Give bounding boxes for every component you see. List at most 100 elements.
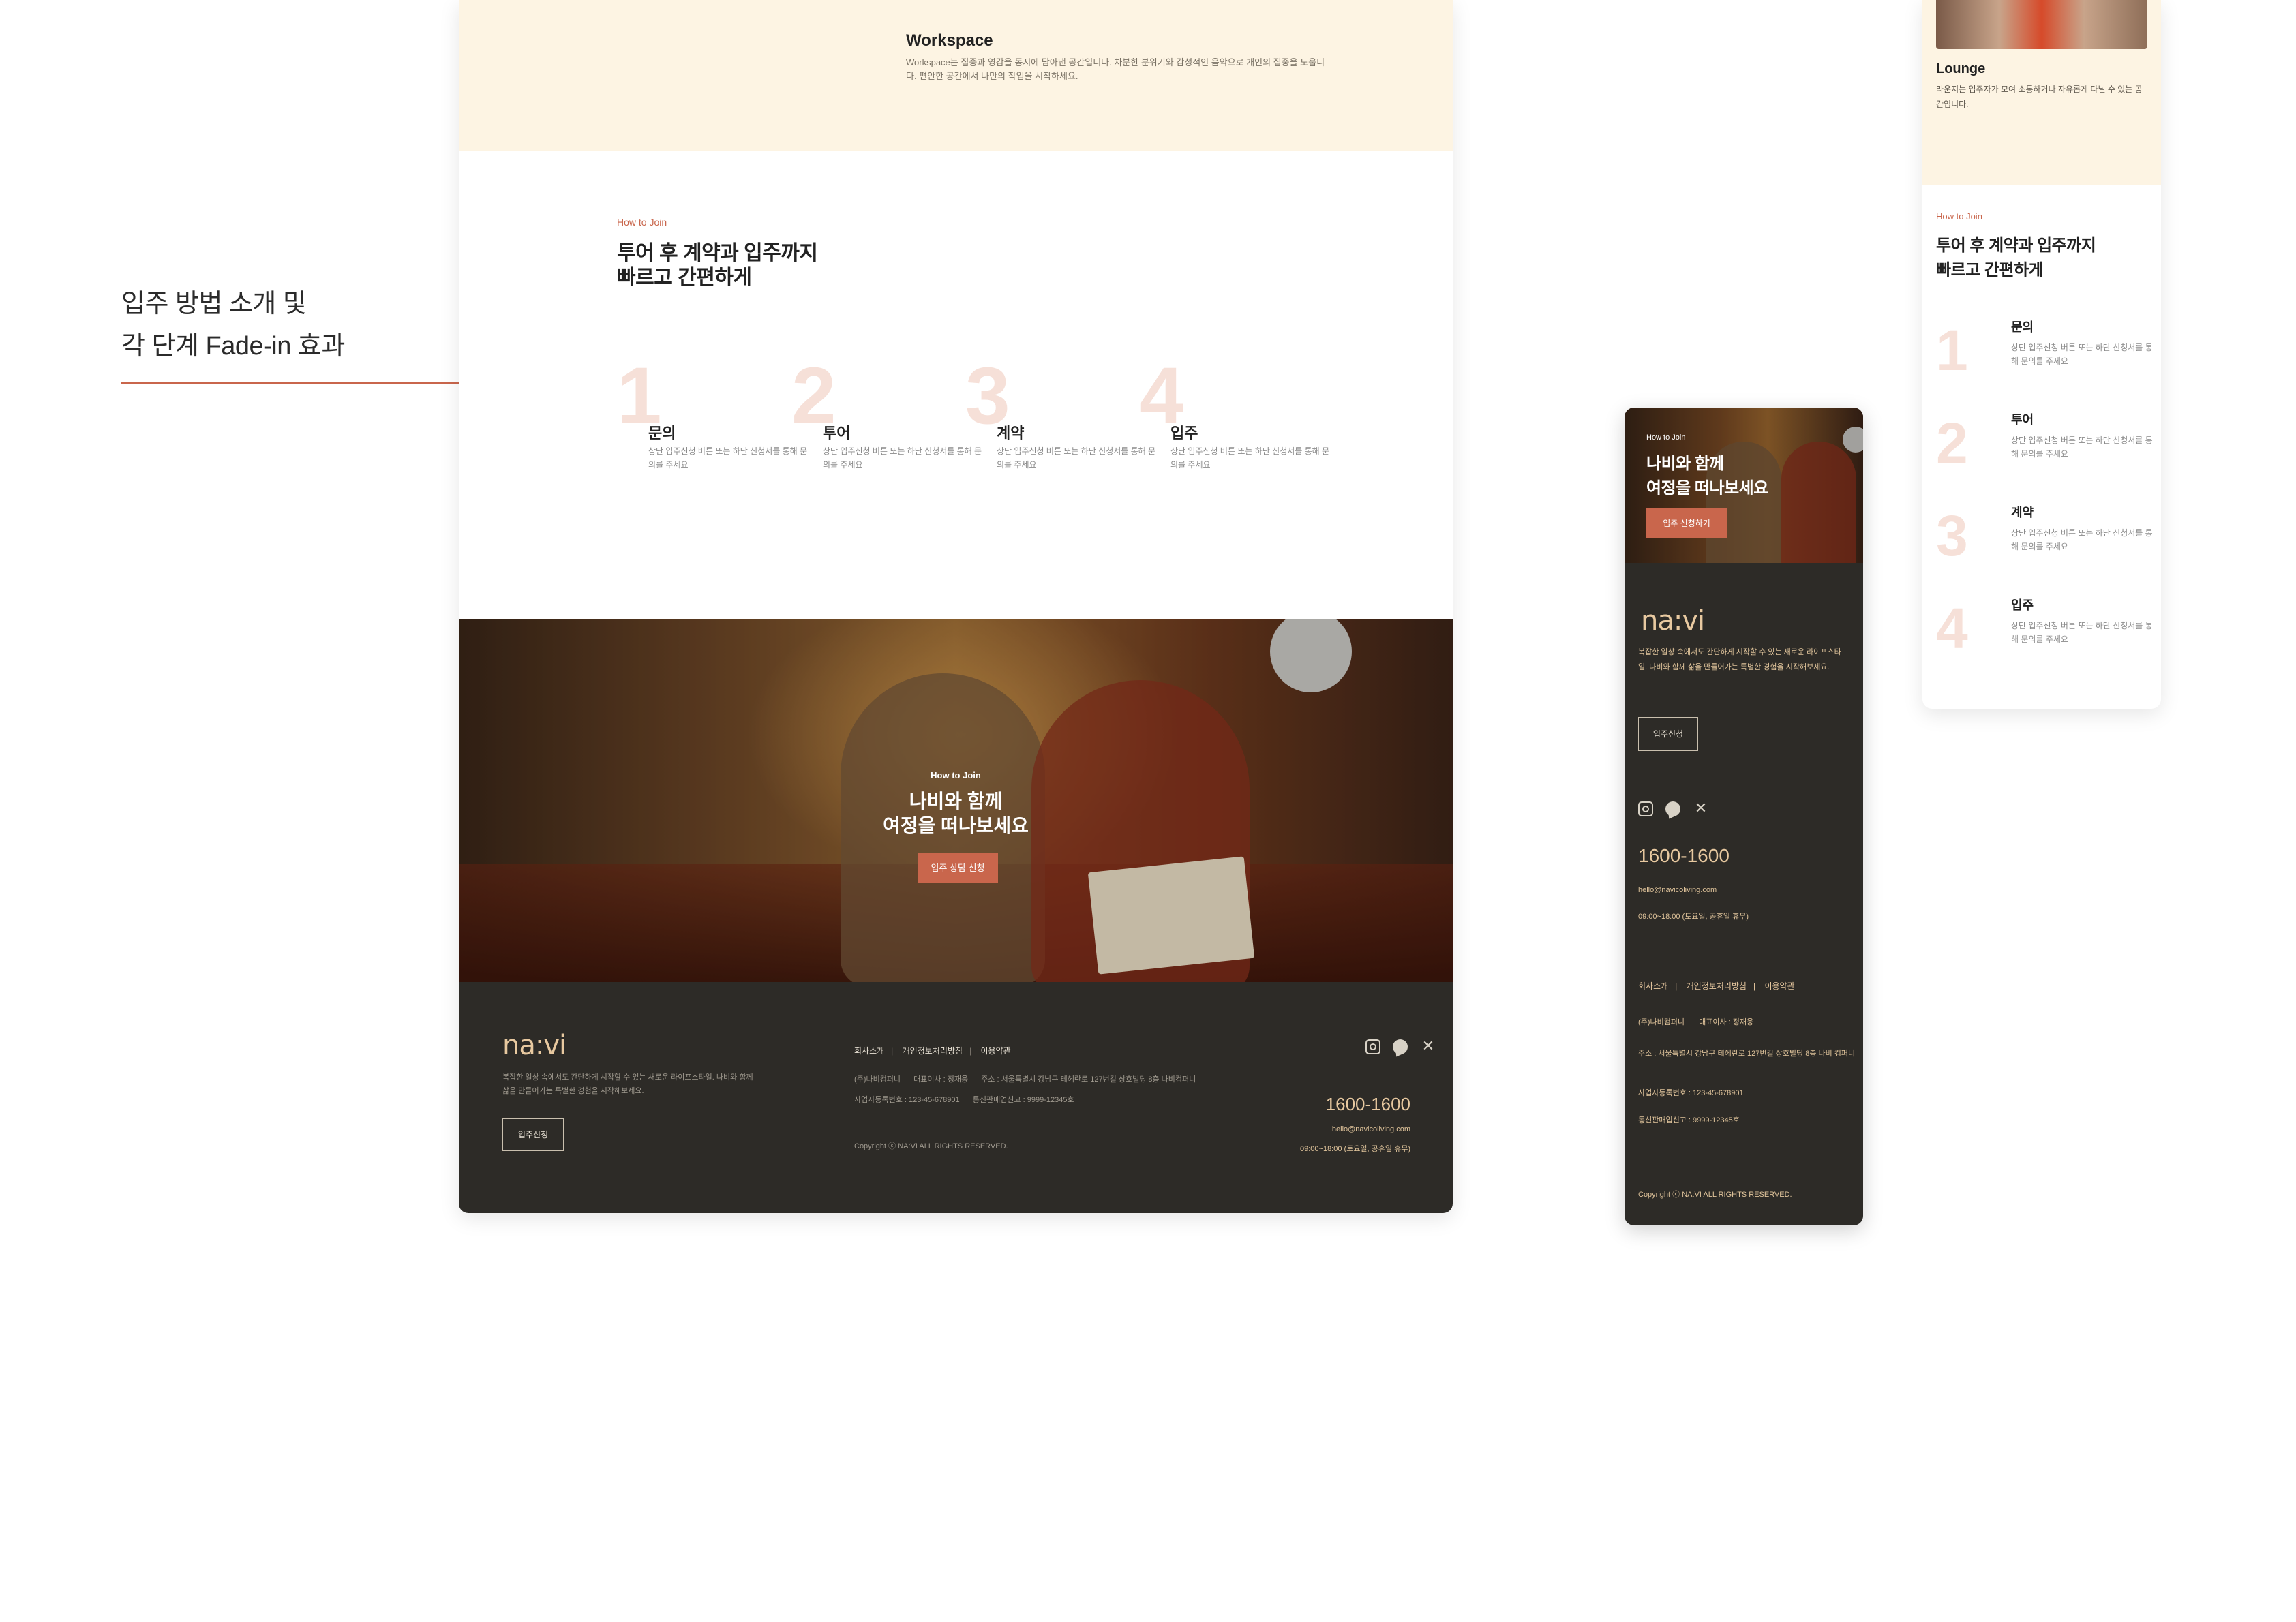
tablet-mockup: Lounge 라운지는 입주자가 모여 소통하거나 자유롭게 다닐 수 있는 공… [1922, 0, 2161, 709]
hero-title-line-2: 여정을 떠나보세요 [883, 815, 1029, 836]
footer-phone[interactable]: 1600-1600 [1638, 845, 1729, 867]
footer-copyright: Copyright ⓒ NA:VI ALL RIGHTS RESERVED. [1638, 1191, 1792, 1199]
step-title: 입주 [1170, 425, 1198, 442]
join-step-3: 3 계약 상단 입주신청 버튼 또는 하단 신청서를 통해 문의를 주세요 [1936, 503, 2154, 585]
business-number: 사업자등록번호 : 123-45-678901 [854, 1096, 960, 1104]
hero-title-line-1: 나비와 함께 [1646, 455, 1725, 473]
footer-social-links: ✕ [1356, 1039, 1436, 1054]
join-eyebrow: How to Join [1936, 211, 1982, 221]
company-name: (주)나비컴퍼니 [1638, 1018, 1685, 1026]
instagram-icon[interactable] [1638, 801, 1653, 816]
footer-link-terms[interactable]: 이용약관 [1764, 981, 1794, 991]
join-heading-line-2: 빠르고 간편하게 [617, 266, 752, 289]
join-eyebrow: How to Join [617, 217, 667, 228]
step-number: 2 [1936, 411, 1968, 475]
company-ceo: 대표이사 : 정재웅 [1699, 1018, 1754, 1026]
link-separator: | [1675, 981, 1678, 991]
workspace-title: Workspace [906, 31, 993, 50]
join-step-4: 4 입주 상단 입주신청 버튼 또는 하단 신청서를 통해 문의를 주세요 [1936, 596, 2154, 677]
x-icon[interactable]: ✕ [1421, 1039, 1436, 1054]
lounge-title: Lounge [1936, 61, 1986, 76]
step-description: 상단 입주신청 버튼 또는 하단 신청서를 통해 문의를 주세요 [2011, 435, 2153, 459]
step-title: 투어 [823, 425, 851, 442]
hero-eyebrow: How to Join [1646, 433, 1686, 442]
join-hero-banner: How to Join 나비와 함께 여정을 떠나보세요 입주 상담 신청 [459, 619, 1453, 982]
footer-description: 복잡한 일상 속에서도 간단하게 시작할 수 있는 새로운 라이프스타일. 나비… [1638, 648, 1841, 671]
step-title: 투어 [2011, 413, 2034, 427]
company-ceo: 대표이사 : 정재웅 [913, 1075, 969, 1084]
annotation: 입주 방법 소개 및 각 단계 Fade-in 효과 [121, 283, 500, 388]
how-to-join-section: How to Join 투어 후 계약과 입주까지 빠르고 간편하게 1 문의 … [459, 151, 1453, 619]
company-address: 주소 : 서울특별시 강남구 테헤란로 127번길 상호빌딩 8층 나비컴퍼니 [981, 1075, 1196, 1084]
step-title: 계약 [2011, 506, 2034, 519]
step-description: 상단 입주신청 버튼 또는 하단 신청서를 통해 문의를 주세요 [2011, 528, 2153, 551]
step-description: 상단 입주신청 버튼 또는 하단 신청서를 통해 문의를 주세요 [823, 446, 982, 470]
footer-link-company[interactable]: 회사소개 [1638, 981, 1668, 991]
step-description: 상단 입주신청 버튼 또는 하단 신청서를 통해 문의를 주세요 [648, 446, 808, 470]
footer-logo[interactable]: na:vi [502, 1030, 567, 1061]
consult-apply-button[interactable]: 입주 상담 신청 [918, 853, 998, 883]
sales-registration: 통신판매업신고 : 9999-12345호 [972, 1096, 1074, 1104]
footer-apply-button[interactable]: 입주신청 [502, 1118, 564, 1151]
footer-link-company[interactable]: 회사소개 [854, 1046, 884, 1056]
footer-hours: 09:00~18:00 (토요일, 공휴일 휴무) [1638, 913, 1749, 921]
step-number: 3 [1936, 504, 1968, 568]
chat-icon[interactable] [1665, 801, 1681, 816]
join-step-3: 3 계약 상단 입주신청 버튼 또는 하단 신청서를 통해 문의를 주세요 [965, 356, 1155, 506]
lounge-section: Lounge 라운지는 입주자가 모여 소통하거나 자유롭게 다닐 수 있는 공… [1922, 0, 2161, 185]
mobile-join-hero: How to Join 나비와 함께 여정을 떠나보세요 입주 신청하기 [1625, 408, 1863, 563]
footer-copyright: Copyright ⓒ NA:VI ALL RIGHTS RESERVED. [854, 1142, 1008, 1150]
footer-email[interactable]: hello@navicoliving.com [1638, 886, 1717, 894]
hero-title-line-2: 여정을 떠나보세요 [1646, 479, 1768, 498]
step-number: 1 [1936, 318, 1968, 382]
business-number: 사업자등록번호 : 123-45-678901 [1638, 1089, 1744, 1097]
footer-company-info: (주)나비컴퍼니 대표이사 : 정재웅 주소 : 서울특별시 강남구 테헤란로 … [854, 1073, 1207, 1084]
workspace-description: Workspace는 집중과 영감을 동시에 담아낸 공간입니다. 차분한 분위… [906, 57, 1325, 81]
link-separator: | [1753, 981, 1756, 991]
step-description: 상단 입주신청 버튼 또는 하단 신청서를 통해 문의를 주세요 [1170, 446, 1330, 470]
join-step-2: 2 투어 상단 입주신청 버튼 또는 하단 신청서를 통해 문의를 주세요 [1936, 410, 2154, 492]
join-heading-line-2: 빠르고 간편하게 [1936, 261, 2044, 279]
footer-link-privacy[interactable]: 개인정보처리방침 [1687, 981, 1747, 991]
hero-eyebrow: How to Join [931, 770, 981, 780]
footer-link-privacy[interactable]: 개인정보처리방침 [903, 1046, 963, 1056]
instagram-icon[interactable] [1365, 1039, 1380, 1054]
footer-email[interactable]: hello@navicoliving.com [1332, 1125, 1410, 1133]
footer-hours: 09:00~18:00 (토요일, 공휴일 휴무) [1300, 1145, 1410, 1153]
step-title: 계약 [997, 425, 1025, 442]
step-description: 상단 입주신청 버튼 또는 하단 신청서를 통해 문의를 주세요 [2011, 343, 2153, 366]
footer-link-terms[interactable]: 이용약관 [980, 1046, 1010, 1056]
step-description: 상단 입주신청 버튼 또는 하단 신청서를 통해 문의를 주세요 [997, 446, 1156, 470]
sales-registration: 통신판매업신고 : 9999-12345호 [1638, 1116, 1740, 1124]
lounge-description: 라운지는 입주자가 모여 소통하거나 자유롭게 다닐 수 있는 공간입니다. [1936, 85, 2143, 109]
workspace-section: Workspace Workspace는 집중과 영감을 동시에 담아낸 공간입… [459, 0, 1453, 151]
mobile-apply-button[interactable]: 입주 신청하기 [1646, 508, 1727, 538]
desktop-footer: na:vi 복잡한 일상 속에서도 간단하게 시작할 수 있는 새로운 라이프스… [459, 982, 1453, 1213]
footer-phone[interactable]: 1600-1600 [1326, 1094, 1410, 1115]
link-separator: | [969, 1046, 972, 1056]
footer-apply-button[interactable]: 입주신청 [1638, 717, 1698, 751]
footer-social-links: ✕ [1629, 801, 1708, 816]
annotation-line-1: 입주 방법 소개 및 [121, 290, 307, 318]
step-title: 문의 [648, 425, 676, 442]
footer-registration-info: 사업자등록번호 : 123-45-678901 통신판매업신고 : 9999-1… [854, 1094, 1085, 1105]
join-heading-line-1: 투어 후 계약과 입주까지 [1936, 236, 2096, 255]
hero-title-line-1: 나비와 함께 [909, 791, 1003, 812]
footer-company-info: (주)나비컴퍼니 대표이사 : 정재웅 [1638, 1015, 1856, 1029]
footer-logo[interactable]: na:vi [1641, 605, 1705, 637]
lounge-image [1936, 0, 2147, 49]
join-step-1: 1 문의 상단 입주신청 버튼 또는 하단 신청서를 통해 문의를 주세요 [617, 356, 807, 506]
step-number: 4 [1936, 596, 1968, 660]
annotation-pointer-line [121, 382, 495, 384]
join-step-1: 1 문의 상단 입주신청 버튼 또는 하단 신청서를 통해 문의를 주세요 [1936, 318, 2154, 399]
step-description: 상단 입주신청 버튼 또는 하단 신청서를 통해 문의를 주세요 [2011, 621, 2153, 644]
step-title: 입주 [2011, 598, 2034, 612]
mobile-mockup: How to Join 나비와 함께 여정을 떠나보세요 입주 신청하기 na:… [1625, 408, 1863, 1225]
chat-icon[interactable] [1393, 1039, 1408, 1054]
footer-links: 회사소개 | 개인정보처리방침 | 이용약관 [854, 1045, 1018, 1056]
company-name: (주)나비컴퍼니 [854, 1075, 901, 1084]
step-title: 문의 [2011, 320, 2034, 334]
join-step-2: 2 투어 상단 입주신청 버튼 또는 하단 신청서를 통해 문의를 주세요 [791, 356, 982, 506]
annotation-line-2: 각 단계 Fade-in 효과 [121, 332, 345, 361]
x-icon[interactable]: ✕ [1693, 801, 1708, 816]
